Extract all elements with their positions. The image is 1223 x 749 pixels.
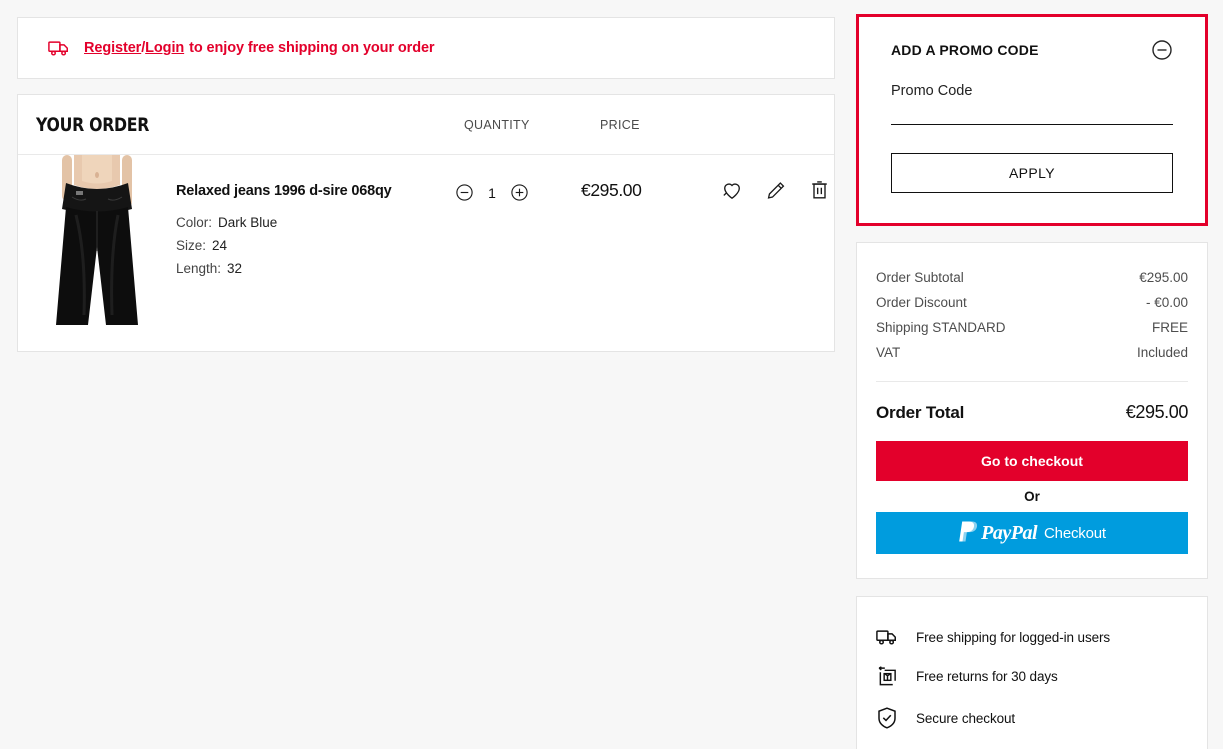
column-header-price: PRICE [600, 117, 640, 132]
summary-label-vat: VAT [876, 345, 901, 360]
benefit-free-shipping-text: Free shipping for logged-in users [916, 630, 1111, 645]
order-summary-panel: Order Subtotal €295.00 Order Discount - … [856, 242, 1208, 579]
item-action-icons [721, 179, 830, 201]
pencil-icon[interactable] [765, 180, 787, 201]
quantity-value: 1 [488, 184, 496, 201]
attribute-length-value: 32 [227, 261, 243, 276]
paypal-logo-icon [958, 520, 978, 546]
paypal-brand-text: PayPal [981, 521, 1038, 544]
product-details: Relaxed jeans 1996 d-sire 068qy Color: Da… [158, 155, 448, 351]
order-item-row: Relaxed jeans 1996 d-sire 068qy Color: Da… [18, 155, 834, 351]
cart-page: Register/Login to enjoy free shipping on … [0, 0, 1223, 749]
order-total-value: €295.00 [1125, 402, 1189, 422]
summary-row-subtotal: Order Subtotal €295.00 [876, 265, 1188, 290]
return-box-icon [876, 666, 898, 687]
minus-circle-icon[interactable] [1151, 39, 1173, 61]
go-to-checkout-button[interactable]: Go to checkout [876, 441, 1188, 481]
truck-icon [876, 629, 898, 646]
attribute-color-label: Color: [176, 215, 213, 230]
quantity-stepper: 1 [455, 183, 529, 202]
benefit-secure-checkout-text: Secure checkout [916, 710, 1016, 726]
product-image[interactable] [36, 155, 158, 351]
paypal-checkout-button[interactable]: PayPal Checkout [876, 512, 1188, 554]
register-link[interactable]: Register [84, 40, 141, 56]
promo-field: Promo Code [891, 83, 1173, 125]
summary-row-discount: Order Discount - €0.00 [876, 290, 1188, 315]
summary-row-vat: VAT Included [876, 340, 1188, 365]
promo-header: ADD A PROMO CODE [891, 39, 1173, 61]
plus-circle-icon[interactable] [510, 183, 529, 202]
order-card: YOUR ORDER QUANTITY PRICE Relaxed jeans … [17, 94, 835, 352]
promo-code-label: Promo Code [891, 83, 973, 99]
attribute-length-label: Length: [176, 261, 222, 276]
trash-icon[interactable] [809, 179, 830, 201]
or-separator-label: Or [1024, 489, 1040, 504]
cart-right-column: ADD A PROMO CODE Promo Code APPLY Order … [856, 14, 1208, 749]
promo-title: ADD A PROMO CODE [891, 42, 1039, 58]
benefit-secure-checkout: Secure checkout [876, 697, 1188, 739]
summary-label-discount: Order Discount [876, 295, 967, 310]
banner-tail-text: to enjoy free shipping on your order [189, 40, 435, 56]
free-shipping-banner: Register/Login to enjoy free shipping on … [17, 17, 835, 79]
promo-code-panel: ADD A PROMO CODE Promo Code APPLY [856, 14, 1208, 226]
benefit-free-shipping: Free shipping for logged-in users [876, 619, 1188, 656]
paypal-checkout-text: Checkout [1044, 524, 1106, 542]
benefit-free-returns: Free returns for 30 days [876, 656, 1188, 697]
login-link[interactable]: Login [145, 40, 184, 56]
summary-value-vat: Included [1136, 345, 1188, 360]
shield-check-icon [876, 707, 898, 729]
banner-message: Register/Login to enjoy free shipping on … [84, 40, 435, 56]
apply-promo-button[interactable]: APPLY [891, 153, 1173, 193]
minus-circle-icon[interactable] [455, 183, 474, 202]
page-title: YOUR ORDER [36, 113, 150, 136]
attribute-length: Length: 32 [176, 261, 448, 276]
summary-value-discount: - €0.00 [1145, 295, 1188, 310]
column-header-quantity: QUANTITY [464, 117, 530, 132]
product-attributes: Color: Dark Blue Size: 24 Length: 32 [176, 215, 448, 276]
product-name[interactable]: Relaxed jeans 1996 d-sire 068qy [176, 183, 448, 199]
summary-label-shipping: Shipping STANDARD [876, 320, 1006, 335]
summary-label-subtotal: Order Subtotal [876, 270, 964, 285]
promo-code-input[interactable] [891, 108, 1173, 125]
product-price: €295.00 [581, 180, 642, 200]
order-header: YOUR ORDER QUANTITY PRICE [18, 95, 834, 155]
attribute-size-label: Size: [176, 238, 207, 253]
order-total-row: Order Total €295.00 [876, 382, 1188, 441]
summary-value-subtotal: €295.00 [1139, 270, 1188, 285]
truck-icon [48, 40, 70, 57]
heart-icon[interactable] [721, 180, 743, 200]
summary-row-shipping: Shipping STANDARD FREE [876, 315, 1188, 340]
attribute-color-value: Dark Blue [218, 215, 278, 230]
attribute-size: Size: 24 [176, 238, 448, 253]
cart-left-column: Register/Login to enjoy free shipping on … [17, 17, 835, 352]
benefits-panel: Free shipping for logged-in users Free r… [856, 596, 1208, 749]
benefit-free-returns-text: Free returns for 30 days [916, 669, 1058, 684]
attribute-color: Color: Dark Blue [176, 215, 448, 230]
attribute-size-value: 24 [212, 238, 228, 253]
order-total-label: Order Total [876, 403, 965, 422]
summary-value-shipping: FREE [1151, 320, 1188, 335]
